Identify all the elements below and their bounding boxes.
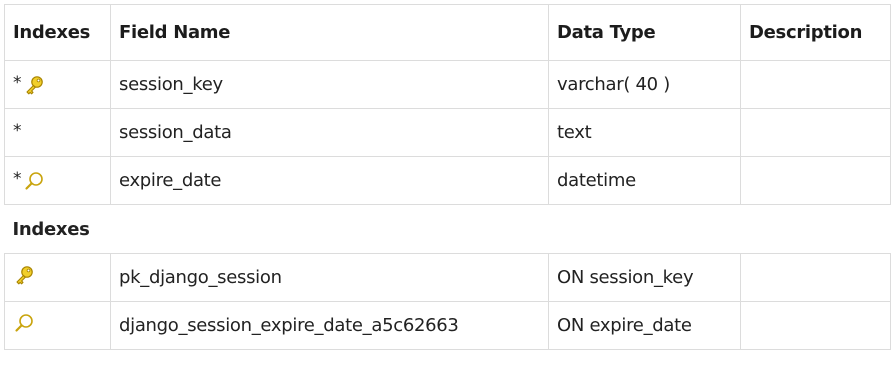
magnifier-icon [13,312,35,334]
schema-table: Indexes Field Name Data Type Description… [4,4,891,350]
index-definition: ON session_key [548,253,741,302]
key-icon [13,264,35,286]
required-marker: * [13,168,22,189]
index-name: pk_django_session [110,253,549,302]
index-icon-cell [4,301,111,350]
index-row: django_session_expire_date_a5c62663 ON e… [4,301,891,350]
key-icon [23,74,45,96]
field-row: * session_data text [4,108,891,157]
field-type: varchar( 40 ) [548,60,741,109]
field-name: expire_date [110,156,549,205]
required-marker: * [13,72,22,93]
field-row: * session_key varchar( 40 ) [4,60,891,109]
index-icon-cell [4,253,111,302]
field-description [740,156,891,205]
magnifier-icon [23,170,45,192]
field-row: * expire_date datetime [4,156,891,205]
index-definition: ON expire_date [548,301,741,350]
index-row: pk_django_session ON session_key [4,253,891,302]
field-type: datetime [548,156,741,205]
field-index-cell: * [4,156,111,205]
header-description: Description [740,4,891,61]
field-name: session_data [110,108,549,157]
header-indexes: Indexes [4,4,111,61]
field-index-cell: * [4,60,111,109]
header-data-type: Data Type [548,4,741,61]
field-name: session_key [110,60,549,109]
field-description [740,60,891,109]
field-index-cell: * [4,108,111,157]
field-type: text [548,108,741,157]
index-name: django_session_expire_date_a5c62663 [110,301,549,350]
index-description [740,253,891,302]
required-marker: * [13,121,22,141]
indexes-section-title: Indexes [4,204,891,254]
indexes-section-row: Indexes [4,204,891,254]
index-description [740,301,891,350]
table-header-row: Indexes Field Name Data Type Description [4,4,891,61]
header-field-name: Field Name [110,4,549,61]
field-description [740,108,891,157]
